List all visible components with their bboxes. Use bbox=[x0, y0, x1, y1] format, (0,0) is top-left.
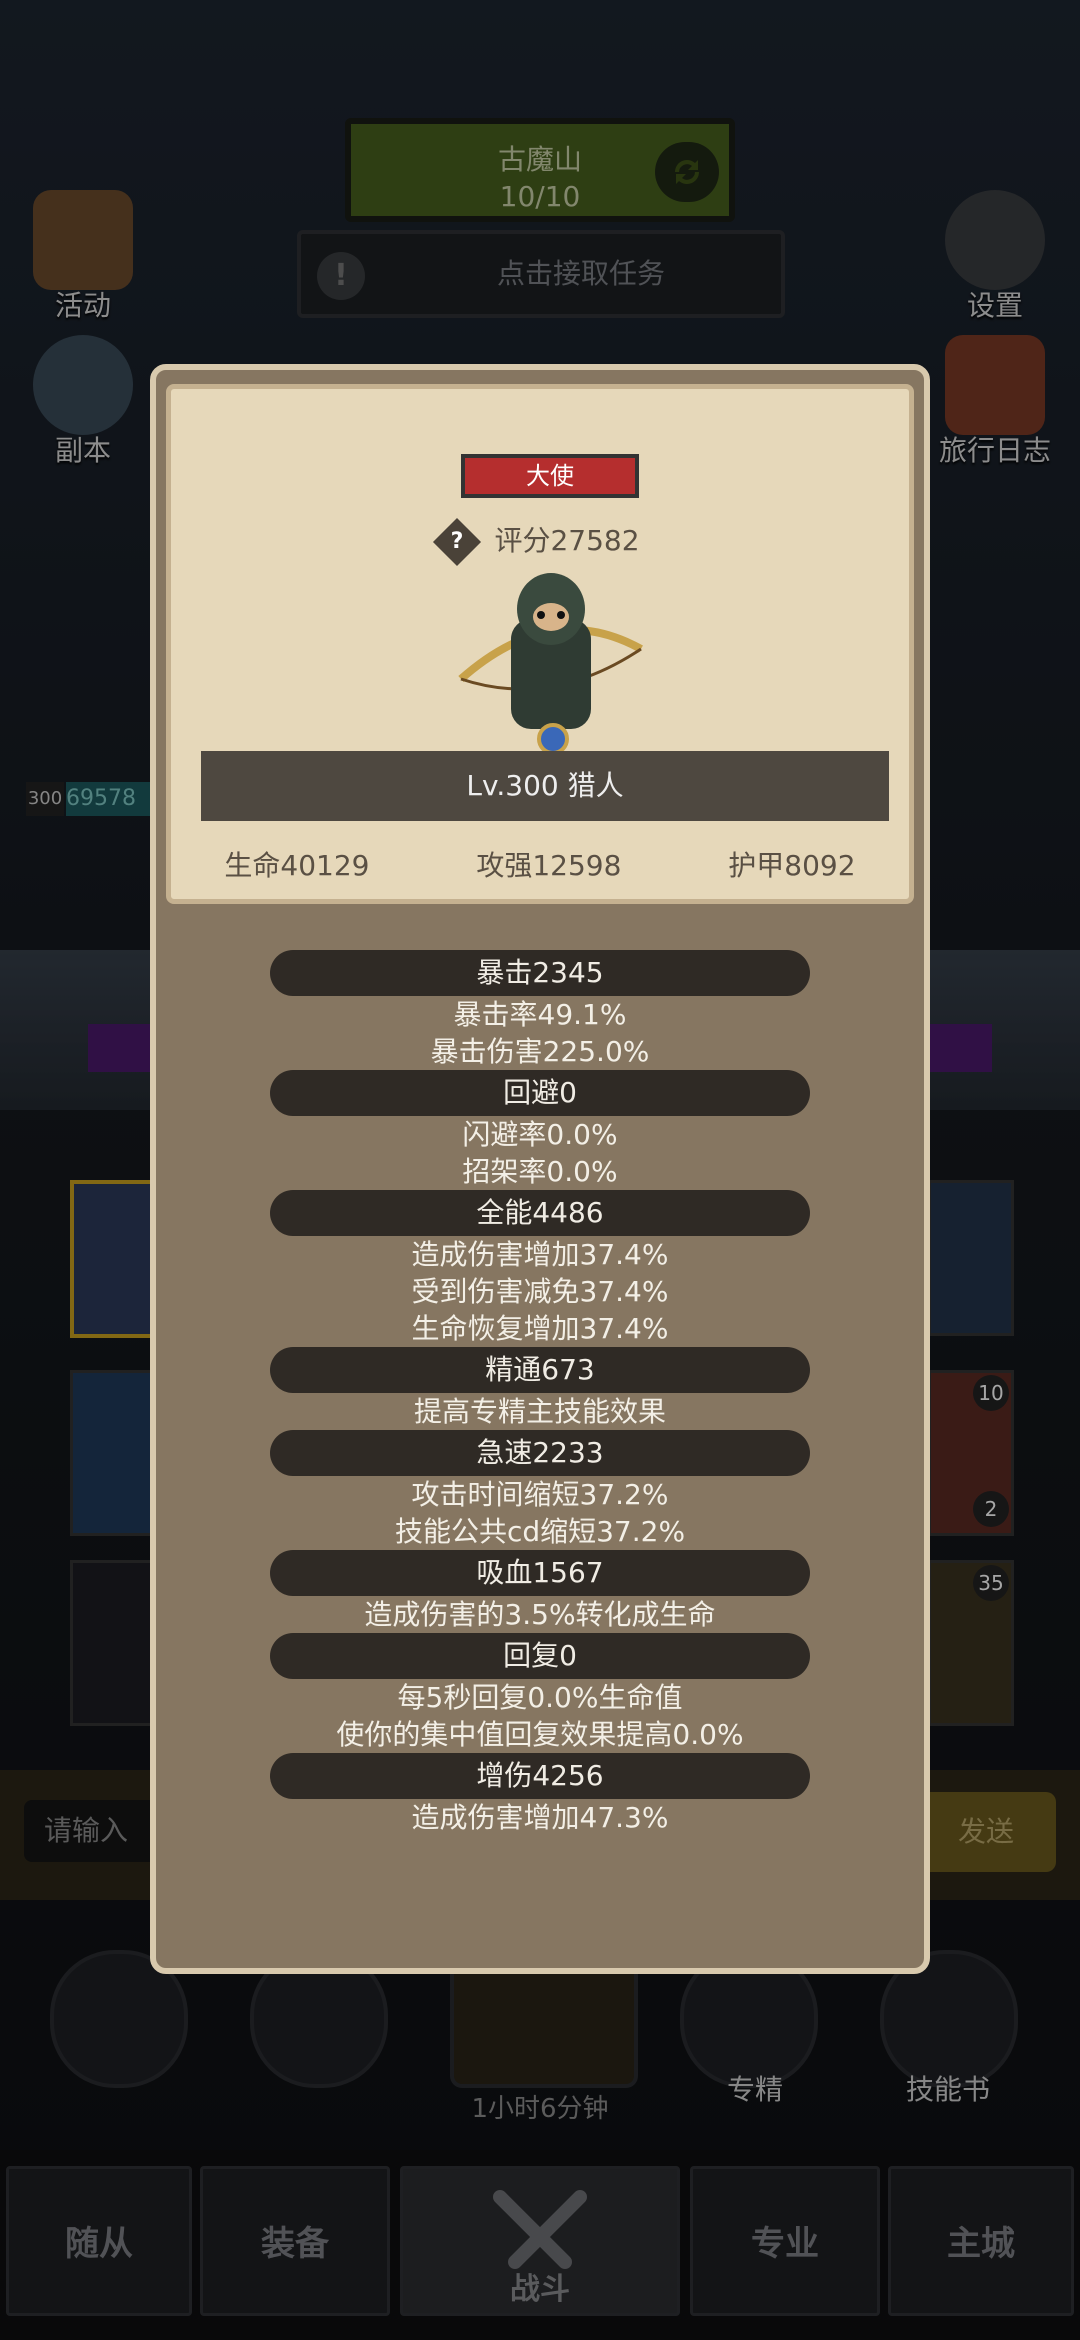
stat-line: 攻击时间缩短37.2% bbox=[411, 1478, 669, 1511]
stat-group-mastery: 精通673 提高专精主技能效果 bbox=[156, 1347, 924, 1430]
stat-header: 全能4486 bbox=[270, 1190, 810, 1236]
hp-stat: 生命40129 bbox=[224, 849, 370, 882]
stat-header: 急速2233 bbox=[270, 1430, 810, 1476]
stat-group-avoidance: 回避0 闪避率0.0% 招架率0.0% bbox=[156, 1070, 924, 1190]
stat-line: 暴击伤害225.0% bbox=[430, 1035, 650, 1068]
stat-header: 暴击2345 bbox=[270, 950, 810, 996]
attack-stat: 攻强12598 bbox=[476, 849, 622, 882]
stat-line: 招架率0.0% bbox=[462, 1155, 618, 1188]
stat-header: 回复0 bbox=[270, 1633, 810, 1679]
stat-header: 回避0 bbox=[270, 1070, 810, 1116]
stat-line: 闪避率0.0% bbox=[462, 1118, 618, 1151]
stat-line: 暴击率49.1% bbox=[453, 998, 627, 1031]
stat-group-damage-bonus: 增伤4256 造成伤害增加47.3% bbox=[156, 1753, 924, 1836]
stat-line: 造成伤害的3.5%转化成生命 bbox=[364, 1598, 716, 1631]
score-row: ? 评分27582 bbox=[171, 517, 909, 567]
stat-group-regen: 回复0 每5秒回复0.0%生命值 使你的集中值回复效果提高0.0% bbox=[156, 1633, 924, 1753]
stat-header: 增伤4256 bbox=[270, 1753, 810, 1799]
rank-badge: 大使 bbox=[461, 454, 639, 498]
stat-line: 生命恢复增加37.4% bbox=[411, 1312, 669, 1345]
stat-line: 造成伤害增加37.4% bbox=[411, 1238, 669, 1271]
stat-header: 吸血1567 bbox=[270, 1550, 810, 1596]
level-class-bar: Lv.300 猎人 bbox=[201, 751, 889, 821]
stat-group-leech: 吸血1567 造成伤害的3.5%转化成生命 bbox=[156, 1550, 924, 1633]
stat-group-versatility: 全能4486 造成伤害增加37.4% 受到伤害减免37.4% 生命恢复增加37.… bbox=[156, 1190, 924, 1347]
stat-group-haste: 急速2233 攻击时间缩短37.2% 技能公共cd缩短37.2% bbox=[156, 1430, 924, 1550]
armor-stat: 护甲8092 bbox=[728, 849, 856, 882]
stat-group-crit: 暴击2345 暴击率49.1% 暴击伤害225.0% bbox=[156, 950, 924, 1070]
score-label: 评分27582 bbox=[494, 524, 640, 557]
stat-line: 使你的集中值回复效果提高0.0% bbox=[336, 1718, 744, 1751]
stat-line: 提高专精主技能效果 bbox=[413, 1395, 666, 1428]
stat-line: 每5秒回复0.0%生命值 bbox=[397, 1681, 683, 1714]
base-stats: 生命40129 攻强12598 护甲8092 bbox=[171, 844, 909, 884]
stat-line: 技能公共cd缩短37.2% bbox=[394, 1515, 686, 1548]
stat-header: 精通673 bbox=[270, 1347, 810, 1393]
hero-card: 大使 ? 评分27582 Lv.300 猎人 生命40129 攻强12598 护甲… bbox=[166, 384, 914, 904]
hero-stats-dialog: 大使 ? 评分27582 Lv.300 猎人 生命40129 攻强12598 护甲… bbox=[150, 364, 930, 1974]
stat-list: 暴击2345 暴击率49.1% 暴击伤害225.0% 回避0 闪避率0.0% 招… bbox=[156, 950, 924, 1836]
hunter-character bbox=[458, 573, 643, 755]
stat-line: 造成伤害增加47.3% bbox=[411, 1801, 669, 1834]
stat-line: 受到伤害减免37.4% bbox=[411, 1275, 669, 1308]
